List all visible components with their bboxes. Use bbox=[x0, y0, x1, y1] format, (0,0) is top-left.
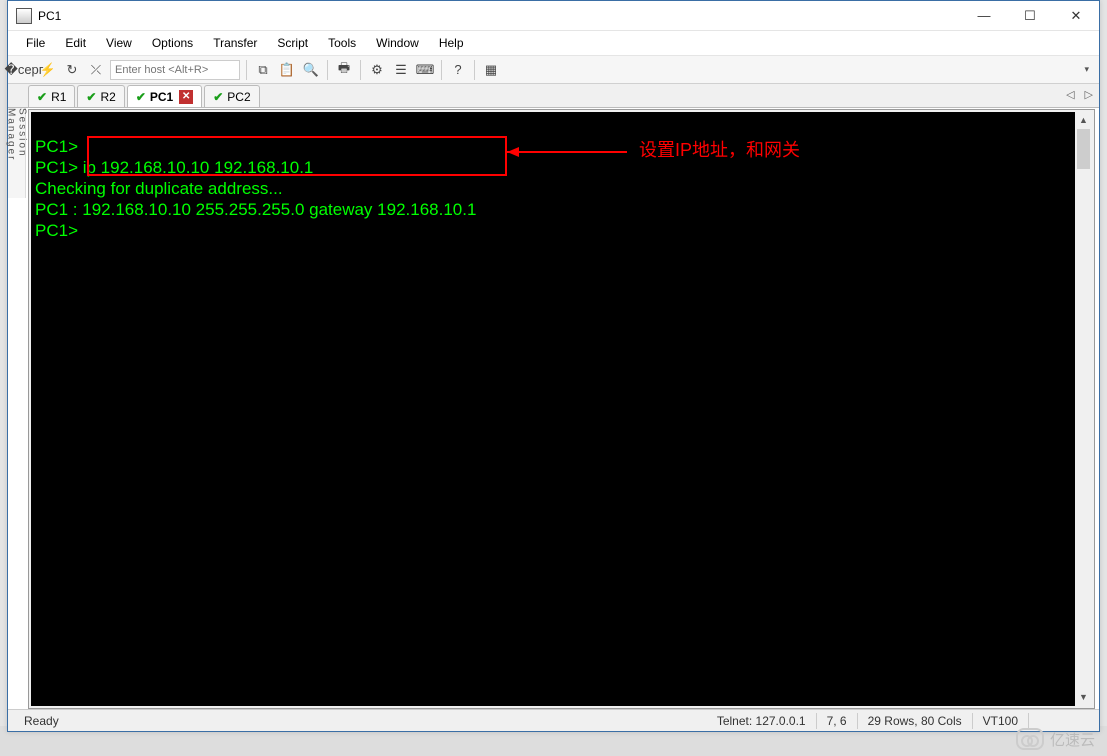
print-icon[interactable]: 🖶 bbox=[334, 60, 354, 80]
maximize-button[interactable]: ☐ bbox=[1007, 1, 1053, 31]
tab-label: R1 bbox=[51, 90, 66, 104]
status-ready: Ready bbox=[16, 714, 67, 728]
menu-file[interactable]: File bbox=[18, 33, 53, 53]
status-emulation: VT100 bbox=[975, 714, 1026, 728]
tab-label: PC2 bbox=[227, 90, 250, 104]
terminal-line: PC1 : 192.168.10.10 255.255.255.0 gatewa… bbox=[35, 199, 1092, 220]
host-input[interactable] bbox=[110, 60, 240, 80]
status-connection: Telnet: 127.0.0.1 bbox=[709, 714, 814, 728]
terminal-line: PC1> ip 192.168.10.10 192.168.10.1 bbox=[35, 157, 1092, 178]
copy-icon[interactable]: ⧉ bbox=[253, 60, 273, 80]
menu-window[interactable]: Window bbox=[368, 33, 427, 53]
menu-help[interactable]: Help bbox=[431, 33, 472, 53]
terminal-line: Checking for duplicate address... bbox=[35, 178, 1092, 199]
scroll-down-icon[interactable]: ▼ bbox=[1075, 689, 1092, 706]
reconnect-icon[interactable]: ↻ bbox=[62, 60, 82, 80]
quick-connect-icon[interactable]: ⚡ bbox=[38, 60, 58, 80]
titlebar[interactable]: PC1 — ☐ ✕ bbox=[8, 1, 1099, 31]
toolbar: �серг ⚡ ↻ ⤫ ⧉ 📋 🔍 🖶 ⚙ ☰ ⌨ ? ▦ ▾ bbox=[8, 56, 1099, 84]
scroll-up-icon[interactable]: ▲ bbox=[1075, 112, 1092, 129]
tabbar: ✔ R1 ✔ R2 ✔ PC1 ✕ ✔ PC2 ◁ ▷ bbox=[8, 84, 1099, 108]
check-icon: ✔ bbox=[37, 90, 47, 104]
find-icon[interactable]: 🔍 bbox=[301, 60, 321, 80]
terminal-line: PC1> bbox=[35, 136, 1092, 157]
keymap-icon[interactable]: ⌨ bbox=[415, 60, 435, 80]
menubar: File Edit View Options Transfer Script T… bbox=[8, 31, 1099, 56]
tab-r1[interactable]: ✔ R1 bbox=[28, 85, 75, 107]
scrollbar-vertical[interactable]: ▲ ▼ bbox=[1075, 112, 1092, 706]
session-manager-handle[interactable]: Session Manager bbox=[8, 108, 26, 198]
minimize-button[interactable]: — bbox=[961, 1, 1007, 31]
menu-view[interactable]: View bbox=[98, 33, 140, 53]
help-icon[interactable]: ? bbox=[448, 60, 468, 80]
extra-icon[interactable]: ▦ bbox=[481, 60, 501, 80]
menu-transfer[interactable]: Transfer bbox=[205, 33, 265, 53]
menu-tools[interactable]: Tools bbox=[320, 33, 364, 53]
window-controls: — ☐ ✕ bbox=[961, 1, 1099, 31]
session-icon[interactable]: �серг bbox=[14, 60, 34, 80]
tab-pc1[interactable]: ✔ PC1 ✕ bbox=[127, 85, 202, 107]
menu-script[interactable]: Script bbox=[269, 33, 316, 53]
menu-options[interactable]: Options bbox=[144, 33, 201, 53]
disconnect-icon[interactable]: ⤫ bbox=[86, 60, 106, 80]
terminal[interactable]: PC1> PC1> ip 192.168.10.10 192.168.10.1 … bbox=[31, 112, 1092, 706]
tab-pc2[interactable]: ✔ PC2 bbox=[204, 85, 259, 107]
statusbar: Ready Telnet: 127.0.0.1 7, 6 29 Rows, 80… bbox=[8, 709, 1099, 731]
watermark-text: 亿速云 bbox=[1050, 729, 1095, 750]
status-size: 29 Rows, 80 Cols bbox=[860, 714, 970, 728]
close-button[interactable]: ✕ bbox=[1053, 1, 1099, 31]
menu-edit[interactable]: Edit bbox=[57, 33, 94, 53]
app-window: PC1 — ☐ ✕ File Edit View Options Transfe… bbox=[7, 0, 1100, 732]
app-icon bbox=[16, 8, 32, 24]
scroll-thumb[interactable] bbox=[1077, 129, 1090, 169]
settings-icon[interactable]: ⚙ bbox=[367, 60, 387, 80]
close-tab-icon[interactable]: ✕ bbox=[179, 90, 193, 104]
terminal-line: PC1> bbox=[35, 220, 1092, 241]
watermark-icon bbox=[1016, 728, 1044, 750]
check-icon: ✔ bbox=[213, 90, 223, 104]
watermark: 亿速云 bbox=[1016, 728, 1095, 750]
tab-r2[interactable]: ✔ R2 bbox=[77, 85, 124, 107]
annotation-text: 设置IP地址，和网关 bbox=[639, 140, 800, 161]
tab-label: R2 bbox=[100, 90, 115, 104]
check-icon: ✔ bbox=[136, 90, 146, 104]
tab-next-icon[interactable]: ▷ bbox=[1085, 88, 1093, 101]
tab-label: PC1 bbox=[150, 90, 173, 104]
tab-prev-icon[interactable]: ◁ bbox=[1066, 88, 1074, 101]
status-cursor: 7, 6 bbox=[819, 714, 855, 728]
toolbar-overflow-icon[interactable]: ▾ bbox=[1084, 64, 1089, 75]
tab-nav: ◁ ▷ bbox=[1066, 88, 1093, 101]
terminal-container: PC1> PC1> ip 192.168.10.10 192.168.10.1 … bbox=[28, 109, 1095, 709]
properties-icon[interactable]: ☰ bbox=[391, 60, 411, 80]
check-icon: ✔ bbox=[86, 90, 96, 104]
window-title: PC1 bbox=[38, 9, 61, 23]
paste-icon[interactable]: 📋 bbox=[277, 60, 297, 80]
